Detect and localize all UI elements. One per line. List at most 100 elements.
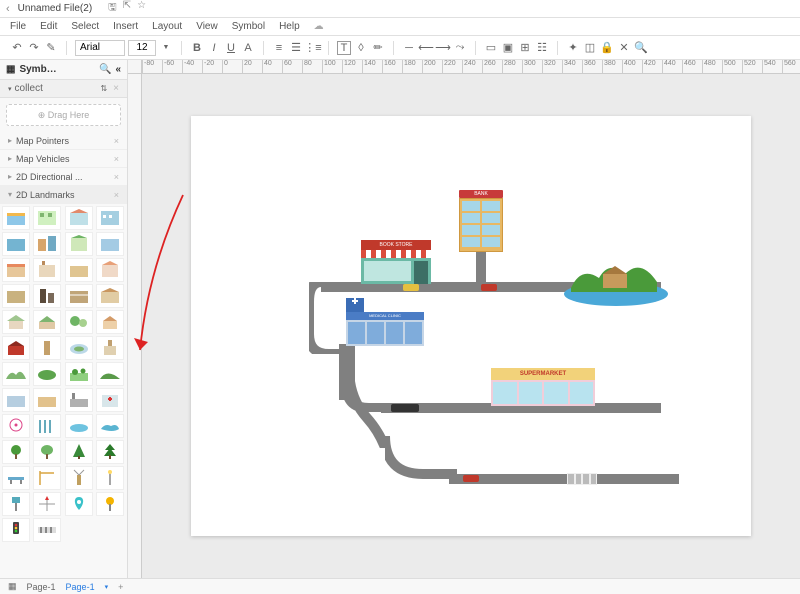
shape-building-12[interactable] (96, 258, 124, 282)
redo-icon[interactable]: ↷ (27, 41, 41, 55)
shape-sign[interactable] (2, 492, 30, 516)
effects-icon[interactable]: ✦ (566, 41, 580, 55)
shape-building-6[interactable] (33, 232, 61, 256)
shape-building-5[interactable] (2, 232, 30, 256)
export-icon[interactable]: ⇱ (123, 0, 131, 17)
eye-icon[interactable]: ✕ (617, 41, 631, 55)
collect-close-icon[interactable]: × (113, 83, 119, 94)
shape-park[interactable] (65, 362, 93, 386)
shape-building-13[interactable] (2, 284, 30, 308)
shape-building-11[interactable] (65, 258, 93, 282)
shape-windmill[interactable] (65, 466, 93, 490)
menu-file[interactable]: File (10, 21, 26, 32)
car-red-2[interactable] (463, 475, 479, 482)
page-tab[interactable]: Page-1 (66, 582, 95, 592)
fill-icon[interactable]: ◊ (354, 41, 368, 55)
add-page-button[interactable]: + (118, 582, 123, 592)
italic-icon[interactable]: I (207, 41, 221, 55)
shape-trees-1[interactable] (65, 310, 93, 334)
shape-building-8[interactable] (96, 232, 124, 256)
line-style-icon[interactable]: ─ (402, 41, 416, 55)
panel-collapse-icon[interactable]: « (115, 64, 121, 75)
shape-barn[interactable] (2, 336, 30, 360)
sort-icon[interactable]: ⇅ (100, 84, 107, 93)
pages-icon[interactable]: ▦ (8, 581, 17, 592)
shape-marker[interactable] (96, 492, 124, 516)
arrow-end-icon[interactable]: ⟶ (436, 41, 450, 55)
crosswalk[interactable] (567, 473, 597, 485)
list-icon[interactable]: ⋮≡ (306, 41, 320, 55)
save-icon[interactable]: 🖫 (108, 0, 117, 17)
supermarket-building[interactable]: SUPERMARKET (491, 368, 595, 406)
shape-house-3[interactable] (96, 310, 124, 334)
bold-icon[interactable]: B (190, 41, 204, 55)
undo-icon[interactable]: ↶ (10, 41, 24, 55)
shape-streetlight[interactable] (96, 466, 124, 490)
shape-hills-1[interactable] (2, 362, 30, 386)
menu-symbol[interactable]: Symbol (232, 21, 265, 32)
font-size-select[interactable] (128, 40, 156, 56)
shape-stadium[interactable] (65, 336, 93, 360)
shape-lake[interactable] (96, 414, 124, 438)
shape-pin[interactable] (65, 492, 93, 516)
shape-church[interactable] (96, 336, 124, 360)
car-yellow[interactable] (403, 284, 419, 291)
shape-crane[interactable] (33, 466, 61, 490)
shape-mall[interactable] (2, 388, 30, 412)
medical-building[interactable]: MEDICAL CLINIC (346, 298, 424, 346)
shape-house-2[interactable] (33, 310, 61, 334)
search-icon[interactable]: 🔍 (634, 41, 648, 55)
shape-field[interactable] (33, 362, 61, 386)
format-painter-icon[interactable]: ✎ (44, 41, 58, 55)
shape-building-16[interactable] (96, 284, 124, 308)
shape-building-10[interactable] (33, 258, 61, 282)
shape-pond[interactable] (65, 414, 93, 438)
shape-house-1[interactable] (2, 310, 30, 334)
collect-label[interactable]: collect (15, 83, 43, 94)
bank-building[interactable]: BANK (459, 190, 503, 252)
shape-tree-fir[interactable] (96, 440, 124, 464)
menu-view[interactable]: View (196, 21, 218, 32)
bus-black[interactable] (391, 404, 419, 412)
category-2d-directional[interactable]: ▸2D Directional ...× (0, 168, 127, 186)
lock-icon[interactable]: 🔒 (600, 41, 614, 55)
park-landmark[interactable] (561, 248, 671, 308)
canvas-page[interactable]: BANK BOOK STORE (191, 116, 751, 536)
shape-hospital[interactable] (96, 388, 124, 412)
shape-building-1[interactable] (2, 206, 30, 230)
cloud-icon[interactable]: ☁ (314, 21, 324, 32)
group-icon[interactable]: ⊞ (518, 41, 532, 55)
shape-school[interactable] (33, 388, 61, 412)
menu-insert[interactable]: Insert (113, 21, 138, 32)
arrange-icon[interactable]: ◫ (583, 41, 597, 55)
shape-building-2[interactable] (33, 206, 61, 230)
font-color-icon[interactable]: A (241, 41, 255, 55)
menu-layout[interactable]: Layout (152, 21, 182, 32)
category-2d-landmarks[interactable]: ▾2D Landmarks× (0, 186, 127, 204)
grid-icon[interactable]: ▦ (6, 64, 15, 75)
text-tool-icon[interactable]: T (337, 41, 351, 55)
shape-columns[interactable] (33, 414, 61, 438)
shape-building-4[interactable] (96, 206, 124, 230)
layers-icon[interactable]: ☷ (535, 41, 549, 55)
shape-bench[interactable] (2, 466, 30, 490)
shape-building-3[interactable] (65, 206, 93, 230)
chevron-down-icon[interactable]: ▼ (159, 41, 173, 55)
image-icon[interactable]: ▣ (501, 41, 515, 55)
bookstore-building[interactable]: BOOK STORE (361, 240, 431, 284)
shape-tree-pine[interactable] (65, 440, 93, 464)
font-select[interactable] (75, 40, 125, 56)
shape-compass[interactable] (33, 492, 61, 516)
connector-icon[interactable]: ⤳ (453, 41, 467, 55)
shape-tree-round[interactable] (2, 440, 30, 464)
drag-here-zone[interactable]: ⊕ Drag Here (6, 104, 121, 126)
menu-help[interactable]: Help (279, 21, 300, 32)
shape-building-14[interactable] (33, 284, 61, 308)
shape-factory[interactable] (65, 388, 93, 412)
menu-edit[interactable]: Edit (40, 21, 57, 32)
panel-search-icon[interactable]: 🔍 (99, 64, 111, 75)
shape-tower[interactable] (33, 336, 61, 360)
category-map-pointers[interactable]: ▸Map Pointers× (0, 132, 127, 150)
car-red-1[interactable] (481, 284, 497, 291)
line-spacing-icon[interactable]: ☰ (289, 41, 303, 55)
